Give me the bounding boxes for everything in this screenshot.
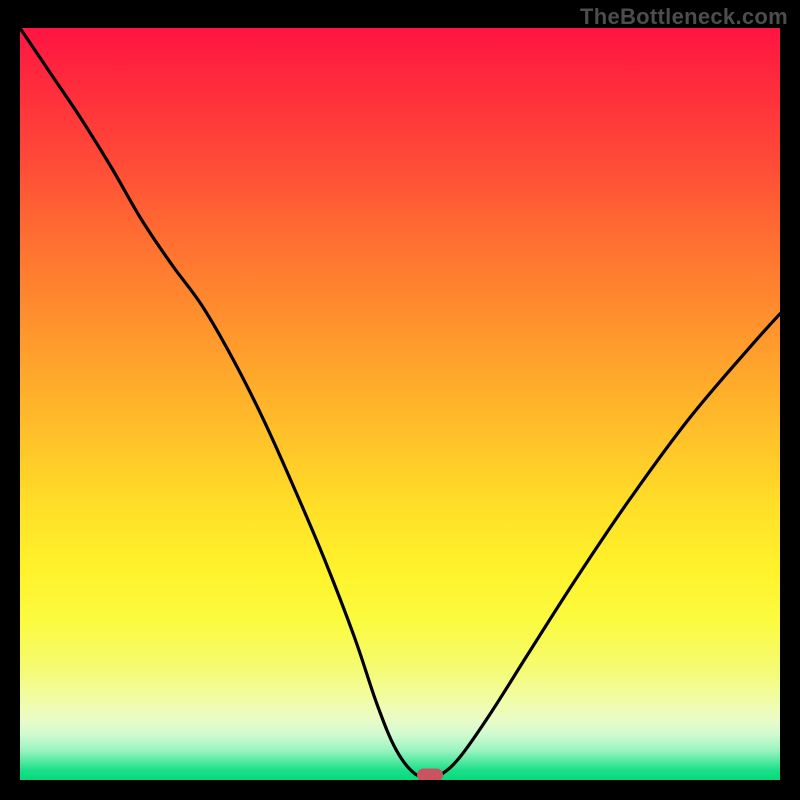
- optimum-marker: [417, 768, 443, 780]
- bottleneck-curve: [20, 28, 780, 780]
- plot-area: [20, 28, 780, 780]
- watermark-text: TheBottleneck.com: [580, 4, 788, 30]
- chart-frame: TheBottleneck.com: [0, 0, 800, 800]
- curve-path: [20, 28, 780, 777]
